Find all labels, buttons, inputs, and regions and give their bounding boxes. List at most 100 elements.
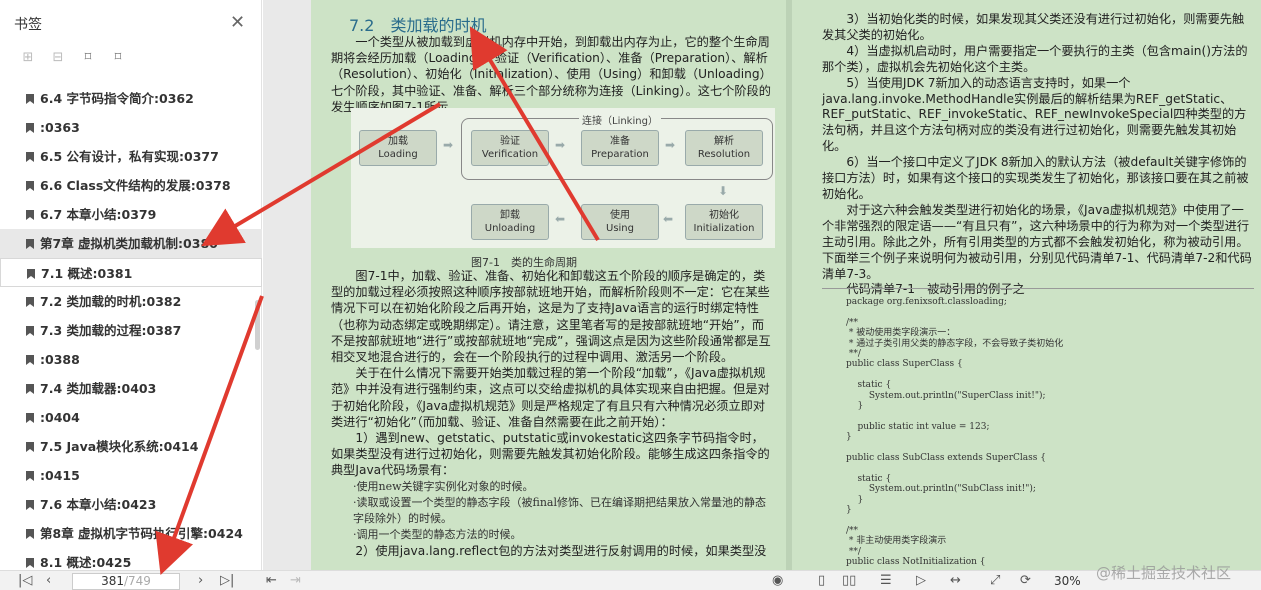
page-number-input[interactable]: 381/749 [72, 573, 180, 590]
arrow-icon: ➡ [665, 138, 676, 152]
linking-label: 连接（Linking） [579, 112, 661, 127]
bookmark-label: 7.4 类加载器:0403 [40, 381, 157, 396]
bookmark-label: 7.5 Java模块化系统:0414 [40, 439, 199, 454]
collapse-all-icon[interactable]: ⊟ [50, 50, 66, 66]
bookmark-item[interactable]: 第8章 虚拟机字节码执行引擎:0424 [0, 519, 262, 548]
double-page-icon[interactable]: ▯▯ [842, 573, 856, 589]
bookmark-label: 7.3 类加载的过程:0387 [40, 323, 182, 338]
next-page-icon[interactable]: › [198, 573, 203, 589]
bookmark-icon [26, 239, 34, 249]
bookmark-item[interactable]: 7.4 类加载器:0403 [0, 374, 262, 403]
continuous-icon[interactable]: ☰ [880, 573, 892, 589]
paragraph: 图7-1中，加载、验证、准备、初始化和卸载这五个阶段的顺序是确定的，类型的加载过… [331, 269, 771, 365]
bookmark-icon [26, 297, 34, 307]
bookmark-item[interactable]: 6.4 字节码指令简介:0362 [0, 84, 262, 113]
rotate-icon[interactable]: ⟳ [1020, 573, 1031, 589]
forward-icon[interactable]: ⇥ [290, 573, 301, 589]
bottom-toolbar: |◁ ‹ 381/749 › ▷| ⇤ ⇥ ◉ ▯ ▯▯ ☰ ▷ ↔ ⤢ ⟳ 3… [0, 570, 1261, 590]
bookmark-label: 6.4 字节码指令简介:0362 [40, 91, 194, 106]
page-gutter [263, 0, 311, 570]
bookmark-icon [26, 326, 34, 336]
bookmark-label: 6.7 本章小结:0379 [40, 207, 157, 222]
bookmark-icon [26, 94, 34, 104]
bullet-list: ·使用new关键字实例化对象的时候。 ·读取或设置一个类型的静态字段（被fina… [331, 479, 775, 543]
bookmark-item[interactable]: 7.1 概述:0381 [0, 258, 262, 287]
stage-unloading: 卸载 Unloading [471, 204, 549, 240]
bookmark-icon [26, 471, 34, 481]
body-text: 3）当初始化类的时候，如果发现其父类还没有进行过初始化，则需要先触发其父类的初始… [822, 12, 1252, 298]
play-icon[interactable]: ▷ [916, 573, 926, 589]
bookmark-label: :0404 [40, 410, 80, 425]
bookmark-label: :0388 [40, 352, 80, 367]
bookmark-label: 8.1 概述:0425 [40, 555, 132, 570]
arrow-icon: ➡ [443, 138, 454, 152]
bookmark-label: 7.6 本章小结:0423 [40, 497, 157, 512]
arrow-down-icon: ⬇ [718, 184, 729, 198]
bookmark-icon [26, 181, 34, 191]
fit-width-icon[interactable]: ↔ [950, 573, 961, 589]
intro-paragraph: 一个类型从被加载到虚拟机内存中开始，到卸载出内存为止，它的整个生命周期将会经历加… [331, 35, 771, 114]
bookmark-item[interactable]: :0415 [0, 461, 262, 490]
pdf-page-left: 7.2 类加载的时机 一个类型从被加载到虚拟机内存中开始，到卸载出内存为止，它的… [311, 0, 786, 570]
bookmark-icon [26, 152, 34, 162]
paragraph: 关于在什么情况下需要开始类加载过程的第一个阶段“加载”，《Java虚拟机规范》中… [331, 366, 770, 429]
bookmark-label: 第8章 虚拟机字节码执行引擎:0424 [40, 526, 243, 541]
bookmark-icon [26, 355, 34, 365]
bookmark-sidebar: 书签 ✕ ⊞ ⊟ ⌑ ⌑ 6.4 字节码指令简介:0362 :0363 6.5 公有… [0, 0, 262, 570]
bookmark-label: :0363 [40, 120, 80, 135]
paragraph: 1）遇到new、getstatic、putstatic或invokestatic… [331, 431, 770, 478]
bookmark-icon [26, 413, 34, 423]
watermark: @稀土掘金技术社区 [1096, 564, 1232, 582]
bookmark-item[interactable]: 第7章 虚拟机类加载机制:0380 [0, 229, 262, 258]
bookmark-item[interactable]: :0363 [0, 113, 262, 142]
bookmark-item[interactable]: 7.6 本章小结:0423 [0, 490, 262, 519]
close-icon[interactable]: ✕ [230, 12, 245, 33]
bullet-item: ·调用一个类型的静态方法的时候。 [353, 527, 522, 541]
prev-page-icon[interactable]: ‹ [46, 573, 51, 589]
pdf-page-right: 3）当初始化类的时候，如果发现其父类还没有进行过初始化，则需要先触发其父类的初始… [792, 0, 1261, 570]
bookmark-label: 7.2 类加载的时机:0382 [40, 294, 182, 309]
stage-loading: 加载 Loading [359, 130, 437, 166]
sidebar-scrollbar[interactable] [255, 300, 260, 350]
zoom-level[interactable]: 30% [1054, 574, 1081, 588]
stage-preparation: 准备 Preparation [581, 130, 659, 166]
bookmark-icon [26, 500, 34, 510]
stage-verification: 验证 Verification [471, 130, 549, 166]
first-page-icon[interactable]: |◁ [18, 573, 32, 589]
eye-protection-icon[interactable]: ◉ [772, 573, 783, 589]
bookmark-item[interactable]: :0388 [0, 345, 262, 374]
stage-using: 使用 Using [581, 204, 659, 240]
bookmark-item[interactable]: 7.2 类加载的时机:0382 [0, 287, 262, 316]
fit-page-icon[interactable]: ⤢ [990, 573, 1000, 589]
bookmark-label: 6.6 Class文件结构的发展:0378 [40, 178, 231, 193]
stage-initialization: 初始化 Initialization [685, 204, 763, 240]
bookmark-icon [26, 442, 34, 452]
expand-all-icon[interactable]: ⊞ [20, 50, 36, 66]
bookmark-item[interactable]: 6.6 Class文件结构的发展:0378 [0, 171, 262, 200]
bookmark-item[interactable]: 6.5 公有设计，私有实现:0377 [0, 142, 262, 171]
paragraph: 6）当一个接口中定义了JDK 8新加入的默认方法（被default关键字修饰的接… [822, 155, 1249, 201]
back-icon[interactable]: ⇤ [266, 573, 277, 589]
arrow-icon: ⬅ [555, 212, 566, 226]
bullet-item: ·使用new关键字实例化对象的时候。 [353, 479, 534, 493]
single-page-icon[interactable]: ▯ [818, 573, 825, 589]
stage-resolution: 解析 Resolution [685, 130, 763, 166]
bookmark-list: 6.4 字节码指令简介:0362 :0363 6.5 公有设计，私有实现:0377 6… [0, 84, 262, 577]
paragraph: 3）当初始化类的时候，如果发现其父类还没有进行过初始化，则需要先触发其父类的初始… [822, 12, 1245, 42]
bookmark-icon[interactable]: ⌑ [110, 50, 126, 66]
bookmark-item[interactable]: 7.5 Java模块化系统:0414 [0, 432, 262, 461]
paragraph: 2）使用java.lang.reflect包的方法对类型进行反射调用的时候，如果… [355, 543, 767, 558]
bookmark-icon [26, 529, 34, 539]
last-page-icon[interactable]: ▷| [220, 573, 234, 589]
body-text: 图7-1中，加载、验证、准备、初始化和卸载这五个阶段的顺序是确定的，类型的加载过… [331, 268, 775, 559]
arrow-icon: ➡ [555, 138, 566, 152]
add-bookmark-icon[interactable]: ⌑ [80, 50, 96, 66]
bookmark-item[interactable]: 7.3 类加载的过程:0387 [0, 316, 262, 345]
sidebar-toolbar: ⊞ ⊟ ⌑ ⌑ [20, 50, 126, 66]
sidebar-title: 书签 [14, 17, 42, 33]
paragraph: 4）当虚拟机启动时，用户需要指定一个要执行的主类（包含main()方法的那个类）… [822, 43, 1248, 74]
code-listing: package org.fenixsoft.classloading; /** … [822, 288, 1254, 570]
bookmark-item[interactable]: :0404 [0, 403, 262, 432]
bookmark-item[interactable]: 6.7 本章小结:0379 [0, 200, 262, 229]
bookmark-label: :0415 [40, 468, 80, 483]
